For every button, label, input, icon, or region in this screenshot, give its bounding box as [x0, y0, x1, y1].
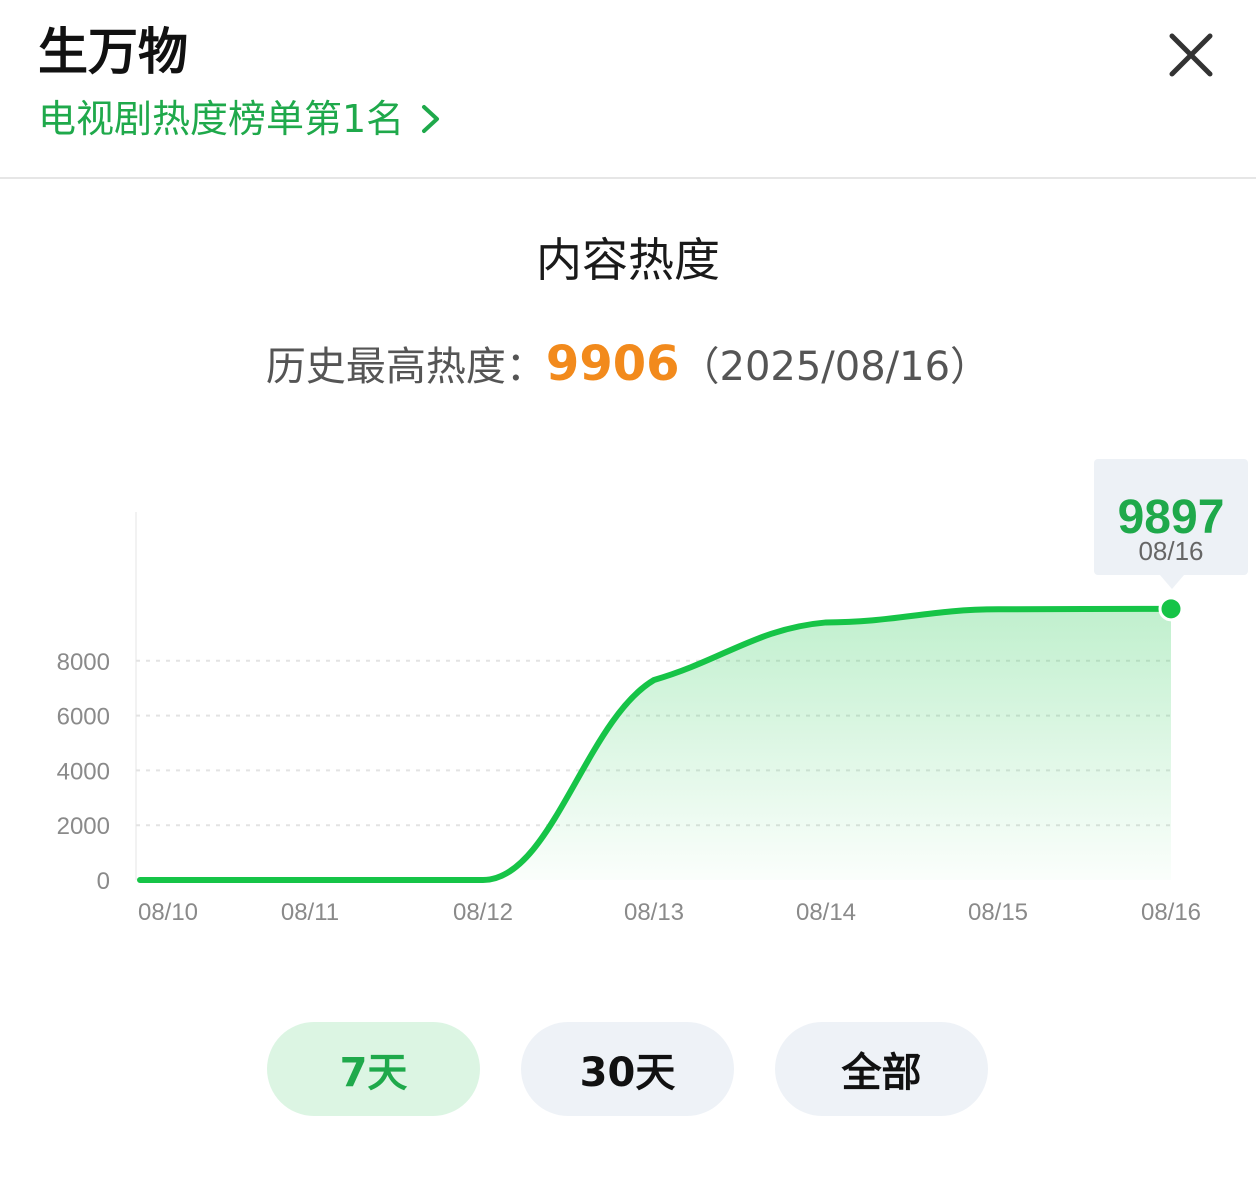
header-divider	[0, 177, 1256, 179]
tooltip-pointer	[1160, 575, 1184, 589]
header: 生万物 电视剧热度榜单第1名	[0, 0, 1256, 178]
y-tick-label: 0	[97, 868, 110, 895]
range-tab-7d[interactable]: 7天	[267, 1022, 480, 1116]
rank-link-label: 电视剧热度榜单第1名	[38, 97, 405, 141]
y-tick-label: 4000	[57, 758, 110, 785]
y-tick-labels: 0 2000 4000 6000 8000	[57, 649, 110, 895]
peak-value: 9906	[545, 336, 680, 392]
x-tick-label: 08/13	[624, 899, 684, 926]
x-tick-label: 08/15	[968, 899, 1028, 926]
y-tick-label: 6000	[57, 704, 110, 731]
x-tick-label: 08/10	[138, 899, 198, 926]
tooltip-date: 08/16	[1138, 536, 1203, 566]
rank-link[interactable]: 电视剧热度榜单第1名	[38, 94, 444, 144]
x-tick-label: 08/11	[281, 899, 339, 926]
value-tooltip: 9897 08/16	[1094, 459, 1248, 589]
peak-heat-line: 历史最高热度：9906（2025/08/16）	[0, 334, 1256, 397]
y-tick-label: 8000	[57, 649, 110, 676]
section-title: 内容热度	[536, 233, 720, 287]
x-tick-label: 08/12	[453, 899, 513, 926]
range-tab-30d[interactable]: 30天	[521, 1022, 734, 1116]
area-fill	[140, 608, 1171, 880]
x-tick-label: 08/14	[796, 899, 856, 926]
peak-label: 历史最高热度：	[265, 344, 546, 390]
range-selector: 7天 30天 全部	[0, 1022, 1256, 1118]
heat-chart[interactable]: 02000400060008000 08/10 08/11 08/12 08/13 08…	[0, 440, 1256, 940]
range-tab-all[interactable]: 全部	[775, 1022, 988, 1116]
close-icon[interactable]	[1164, 28, 1218, 82]
chevron-right-icon	[422, 105, 440, 133]
x-tick-label: 08/16	[1141, 899, 1201, 926]
end-point	[1158, 596, 1184, 622]
page-title: 生万物	[38, 23, 188, 81]
x-tick-labels: 08/10 08/11 08/12 08/13 08/14 08/15 08/16	[138, 899, 1201, 926]
y-tick-label: 2000	[57, 813, 110, 840]
peak-date: （2025/08/16）	[679, 344, 991, 390]
